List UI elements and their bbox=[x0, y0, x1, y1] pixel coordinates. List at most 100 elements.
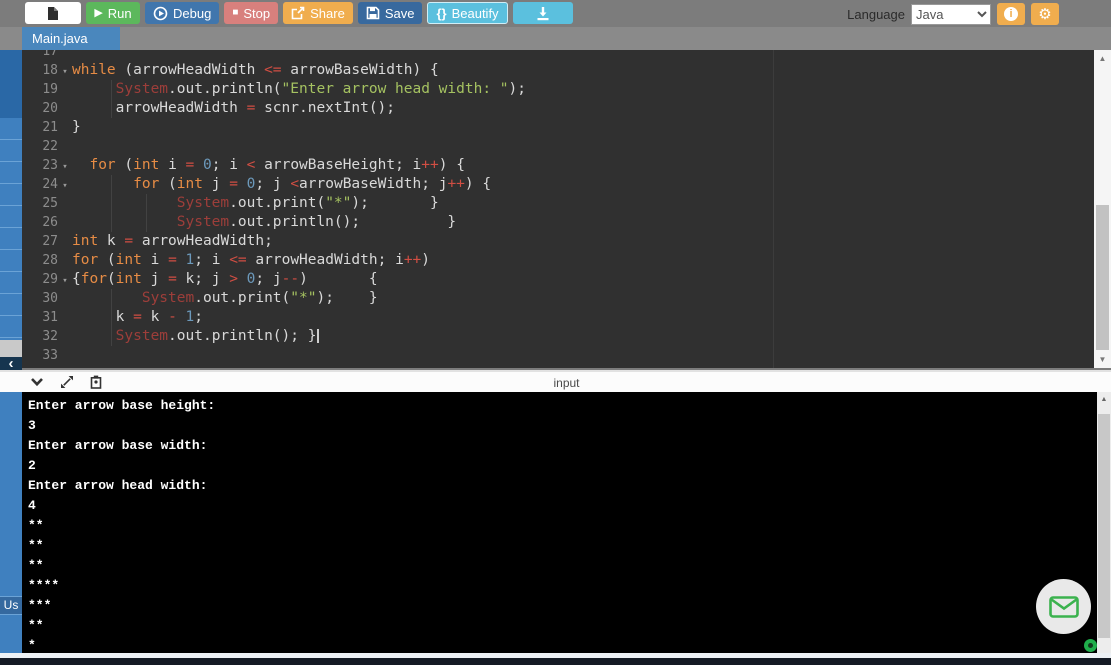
console-line: 3 bbox=[28, 416, 1097, 436]
toolbar: ▶ Run Debug ■ Stop Share bbox=[0, 0, 1111, 27]
indent-guide bbox=[111, 213, 112, 232]
scroll-up-arrow-icon[interactable]: ▲ bbox=[1094, 52, 1111, 65]
line-number: 29 bbox=[22, 270, 58, 289]
code-text: k = k - 1; bbox=[72, 309, 203, 325]
indent-guide bbox=[111, 175, 112, 194]
chat-bubble-button[interactable] bbox=[1036, 579, 1091, 634]
code-text: arrowHeadWidth = scnr.nextInt(); bbox=[72, 100, 395, 116]
sidebar-segment-header[interactable] bbox=[0, 50, 22, 118]
scroll-down-arrow-icon[interactable]: ▼ bbox=[1094, 353, 1111, 366]
status-badge[interactable] bbox=[1084, 639, 1097, 652]
online-ide-window: ‹ Us ▶ Run Debug ■ bbox=[0, 0, 1111, 665]
line-number: 18 bbox=[22, 61, 58, 80]
line-number: 20 bbox=[22, 99, 58, 118]
code-line[interactable]: 30 System.out.print("*"); } bbox=[22, 289, 1094, 308]
code-text: System.out.print("*"); } bbox=[72, 290, 378, 306]
code-line[interactable]: 31 k = k - 1; bbox=[22, 308, 1094, 327]
console-scrollbar[interactable]: ▲ bbox=[1097, 392, 1111, 653]
code-line[interactable]: 21} bbox=[22, 118, 1094, 137]
stop-label: Stop bbox=[243, 6, 270, 21]
stop-button[interactable]: ■ Stop bbox=[224, 2, 278, 24]
line-number: 31 bbox=[22, 308, 58, 327]
code-line[interactable]: 32 System.out.println(); } bbox=[22, 327, 1094, 346]
braces-icon: {} bbox=[436, 6, 446, 21]
console-line: Enter arrow head width: bbox=[28, 476, 1097, 496]
language-label: Language bbox=[847, 7, 905, 22]
info-icon: i bbox=[1004, 7, 1018, 21]
new-file-button[interactable] bbox=[25, 2, 81, 24]
save-label: Save bbox=[385, 6, 415, 21]
code-line[interactable]: 18▾while (arrowHeadWidth <= arrowBaseWid… bbox=[22, 61, 1094, 80]
code-editor[interactable]: 1718▾while (arrowHeadWidth <= arrowBaseW… bbox=[22, 50, 1094, 368]
console-line: Enter arrow base width: bbox=[28, 436, 1097, 456]
indent-guide bbox=[146, 213, 147, 232]
code-line[interactable]: 24▾ for (int j = 0; j <arrowBaseWidth; j… bbox=[22, 175, 1094, 194]
line-number: 27 bbox=[22, 232, 58, 251]
share-button[interactable]: Share bbox=[283, 2, 353, 24]
indent-guide bbox=[146, 194, 147, 213]
line-number: 32 bbox=[22, 327, 58, 346]
download-icon bbox=[535, 6, 551, 21]
code-text: System.out.println("Enter arrow head wid… bbox=[72, 81, 526, 97]
console-line: ** bbox=[28, 616, 1097, 636]
line-number: 28 bbox=[22, 251, 58, 270]
run-button[interactable]: ▶ Run bbox=[86, 2, 140, 24]
code-text: System.out.println(); } bbox=[72, 328, 319, 344]
line-number: 19 bbox=[22, 80, 58, 99]
line-number: 30 bbox=[22, 289, 58, 308]
debug-play-circle-icon bbox=[153, 6, 168, 21]
code-line[interactable]: 17 bbox=[22, 50, 1094, 61]
left-sidebar-rail: ‹ Us bbox=[0, 0, 22, 653]
code-text: while (arrowHeadWidth <= arrowBaseWidth)… bbox=[72, 62, 439, 78]
code-line[interactable]: 19 System.out.println("Enter arrow head … bbox=[22, 80, 1094, 99]
debug-label: Debug bbox=[173, 6, 211, 21]
gear-icon: ⚙ bbox=[1038, 7, 1051, 22]
code-line[interactable]: 22 bbox=[22, 137, 1094, 156]
console-output[interactable]: Enter arrow base height:3Enter arrow bas… bbox=[22, 392, 1097, 653]
code-line[interactable]: 20 arrowHeadWidth = scnr.nextInt(); bbox=[22, 99, 1094, 118]
download-button[interactable] bbox=[513, 2, 573, 24]
beautify-label: Beautify bbox=[452, 6, 499, 21]
floppy-icon bbox=[366, 6, 380, 20]
save-button[interactable]: Save bbox=[358, 2, 423, 24]
text-cursor bbox=[317, 329, 319, 343]
code-line[interactable]: 26 System.out.println(); } bbox=[22, 213, 1094, 232]
console-line: *** bbox=[28, 596, 1097, 616]
code-text: int k = arrowHeadWidth; bbox=[72, 233, 273, 249]
code-line[interactable]: 33 bbox=[22, 346, 1094, 365]
beautify-button[interactable]: {} Beautify bbox=[427, 2, 507, 24]
console-input-title: input bbox=[22, 376, 1111, 390]
indent-guide bbox=[111, 80, 112, 99]
code-line[interactable]: 28 for (int i = 1; i <= arrowHeadWidth; i… bbox=[22, 251, 1094, 270]
line-number: 22 bbox=[22, 137, 58, 156]
tab-main-java[interactable]: Main.java bbox=[22, 27, 120, 50]
line-number: 25 bbox=[22, 194, 58, 213]
code-line[interactable]: 29▾{for(int j = k; j > 0; j--) { bbox=[22, 270, 1094, 289]
console-scroll-up-arrow-icon[interactable]: ▲ bbox=[1097, 394, 1111, 406]
console-line: **** bbox=[28, 576, 1097, 596]
code-line[interactable]: 23▾ for (int i = 0; i < arrowBaseHeight;… bbox=[22, 156, 1094, 175]
console-line: 4 bbox=[28, 496, 1097, 516]
code-text: for (int i = 1; i <= arrowHeadWidth; i++… bbox=[72, 252, 430, 268]
code-line[interactable]: 25 System.out.print("*"); } bbox=[22, 194, 1094, 213]
line-number: 24 bbox=[22, 175, 58, 194]
debug-button[interactable]: Debug bbox=[145, 2, 219, 24]
console-line: ** bbox=[28, 536, 1097, 556]
console-toolbar: input bbox=[0, 370, 1111, 392]
console-line: ** bbox=[28, 556, 1097, 576]
play-icon: ▶ bbox=[94, 8, 102, 19]
sidebar-item-partial[interactable]: Us bbox=[0, 596, 22, 615]
sidebar-menu-items-edge[interactable] bbox=[0, 118, 22, 340]
badge-dot-icon bbox=[1088, 643, 1093, 648]
editor-scrollbar-thumb[interactable] bbox=[1096, 205, 1109, 350]
console-scrollbar-thumb[interactable] bbox=[1098, 414, 1110, 638]
info-button[interactable]: i bbox=[997, 3, 1025, 25]
settings-button[interactable]: ⚙ bbox=[1031, 3, 1059, 25]
run-label: Run bbox=[108, 6, 132, 21]
editor-scrollbar[interactable]: ▲ ▼ bbox=[1094, 50, 1111, 368]
console-line: ** bbox=[28, 516, 1097, 536]
console-line: * bbox=[28, 636, 1097, 653]
line-number: 17 bbox=[22, 50, 58, 61]
code-line[interactable]: 27 int k = arrowHeadWidth; bbox=[22, 232, 1094, 251]
language-select[interactable]: Java bbox=[911, 4, 991, 25]
